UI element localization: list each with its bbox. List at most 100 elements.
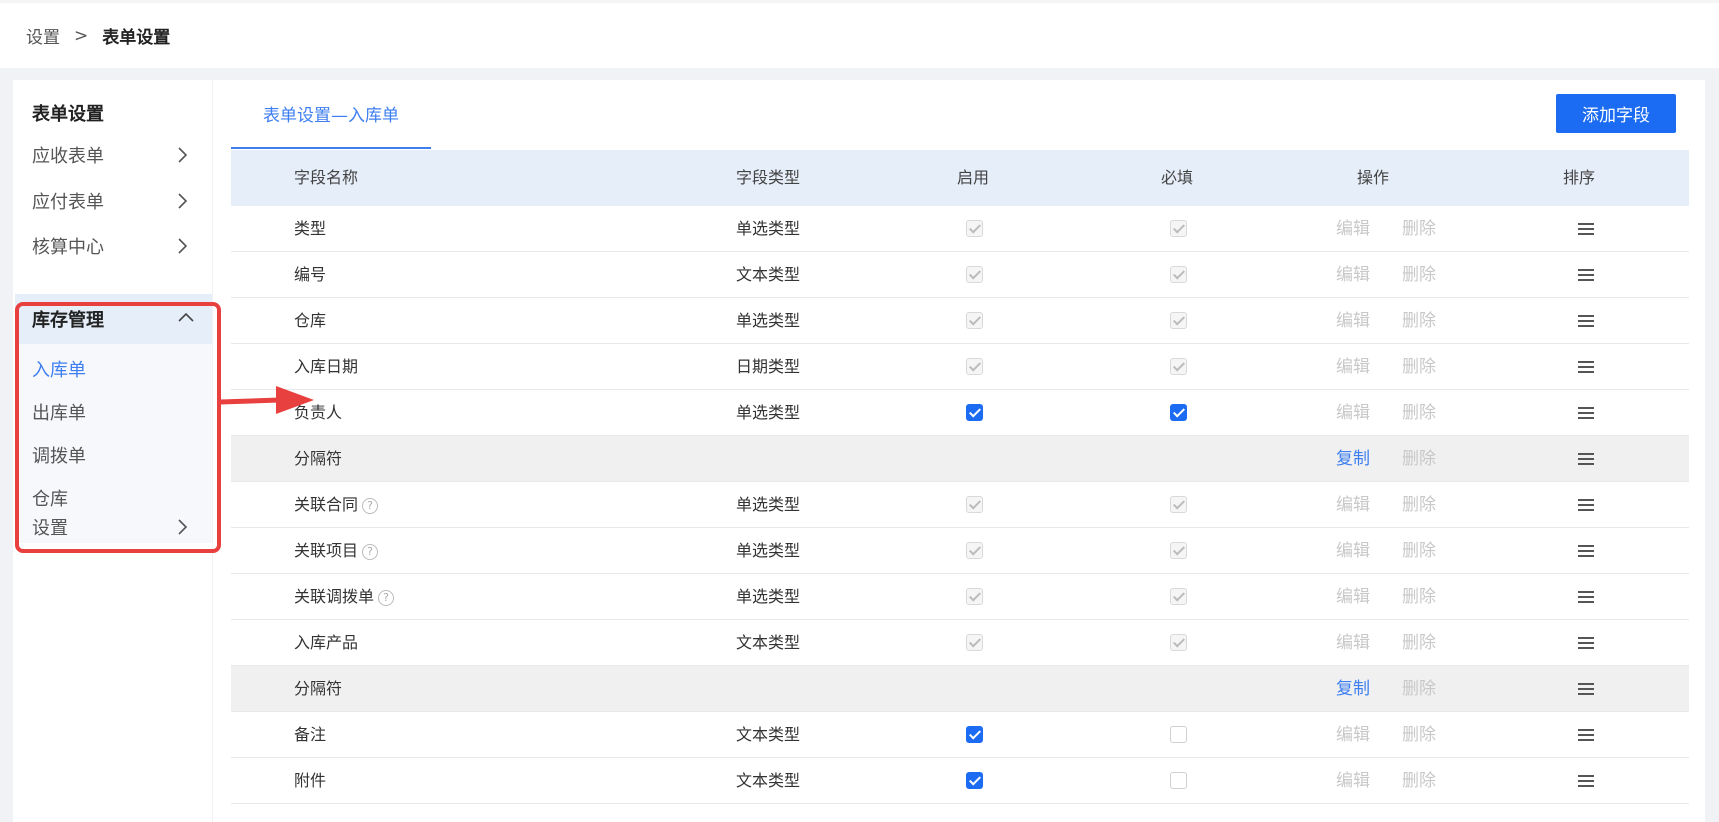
table-row: 仓库 单选类型 编辑 删除 [231,298,1689,344]
drag-handle-icon[interactable] [1578,453,1594,465]
table-row: 入库产品 文本类型 编辑 删除 [231,620,1689,666]
field-name: 仓库 [294,311,327,330]
delete-action: 删除 [1402,633,1436,653]
highlight-annotation-box [15,302,221,553]
header-field-type: 字段类型 [736,168,801,187]
field-type: 单选类型 [736,541,801,560]
drag-handle-icon[interactable] [1578,591,1594,603]
header-actions: 操作 [1357,168,1390,187]
main-panel: 表单设置—入库单 添加字段 字段名称 字段类型 启用 必填 操作 排序 类型 单… [213,80,1719,822]
delete-action: 删除 [1402,449,1436,469]
enable-checkbox[interactable] [966,726,983,743]
drag-handle-icon[interactable] [1578,499,1594,511]
table-row-divider: 分隔符 复制 删除 [231,666,1689,712]
sidebar-item-label: 应收表单 [32,146,104,167]
annotation-arrow-icon [218,386,314,414]
edit-action: 编辑 [1336,265,1370,285]
table-row: 编号 文本类型 编辑 删除 [231,252,1689,298]
field-type: 单选类型 [736,219,801,238]
breadcrumb: 设置 > 表单设置 [26,23,170,49]
drag-handle-icon[interactable] [1578,683,1594,695]
header-field-name: 字段名称 [294,168,359,187]
delete-action: 删除 [1402,311,1436,331]
required-checkbox [1170,496,1187,513]
help-icon[interactable]: ? [378,589,395,606]
delete-action: 删除 [1402,541,1436,561]
drag-handle-icon[interactable] [1578,775,1594,787]
enable-checkbox[interactable] [966,404,983,421]
help-icon[interactable]: ? [362,543,379,560]
required-checkbox [1170,266,1187,283]
required-checkbox[interactable] [1170,404,1187,421]
field-type: 文本类型 [736,265,801,284]
field-name-text: 关联调拨单 [294,587,375,606]
required-checkbox [1170,312,1187,329]
enable-checkbox [966,358,983,375]
breadcrumb-separator: > [74,25,89,46]
breadcrumb-root[interactable]: 设置 [26,23,60,48]
edit-action: 编辑 [1336,633,1370,653]
delete-action: 删除 [1402,357,1436,377]
edit-action: 编辑 [1336,403,1370,423]
help-icon[interactable]: ? [362,497,379,514]
enable-checkbox[interactable] [966,772,983,789]
sidebar-item-label: 核算中心 [32,237,104,258]
field-type: 单选类型 [736,311,801,330]
field-type: 单选类型 [736,495,801,514]
drag-handle-icon[interactable] [1578,729,1594,741]
delete-action: 删除 [1402,403,1436,423]
field-type: 文本类型 [736,725,801,744]
field-name: 分隔符 [294,679,343,698]
right-gutter [1705,80,1719,822]
edit-action: 编辑 [1336,771,1370,791]
add-field-button[interactable]: 添加字段 [1556,94,1676,133]
required-checkbox [1170,588,1187,605]
required-checkbox [1170,220,1187,237]
required-checkbox[interactable] [1170,726,1187,743]
edit-action: 编辑 [1336,587,1370,607]
field-name: 关联调拨单? [294,574,395,620]
edit-action: 编辑 [1336,495,1370,515]
field-name-text: 关联合同 [294,495,359,514]
header-enable: 启用 [957,168,990,187]
field-type: 单选类型 [736,403,801,422]
sidebar-item-payable[interactable]: 应付表单 [13,176,212,226]
field-name-text: 关联项目 [294,541,359,560]
edit-action: 编辑 [1336,725,1370,745]
copy-action[interactable]: 复制 [1336,436,1370,482]
drag-handle-icon[interactable] [1578,269,1594,281]
field-name: 附件 [294,771,327,790]
required-checkbox [1170,542,1187,559]
drag-handle-icon[interactable] [1578,223,1594,235]
field-name: 入库产品 [294,633,359,652]
table-row: 负责人 单选类型 编辑 删除 [231,390,1689,436]
delete-action: 删除 [1402,265,1436,285]
table-header: 字段名称 字段类型 启用 必填 操作 排序 [231,150,1689,206]
drag-handle-icon[interactable] [1578,361,1594,373]
drag-handle-icon[interactable] [1578,637,1594,649]
fields-table: 字段名称 字段类型 启用 必填 操作 排序 类型 单选类型 编辑 删除 编号 文… [231,150,1689,804]
tab-inbound-form-settings[interactable]: 表单设置—入库单 [231,80,431,149]
required-checkbox [1170,358,1187,375]
table-row: 关联项目? 单选类型 编辑 删除 [231,528,1689,574]
field-type: 文本类型 [736,633,801,652]
sidebar-item-accounting[interactable]: 核算中心 [13,221,212,271]
enable-checkbox [966,634,983,651]
table-row: 备注 文本类型 编辑 删除 [231,712,1689,758]
copy-action[interactable]: 复制 [1336,666,1370,712]
drag-handle-icon[interactable] [1578,545,1594,557]
required-checkbox [1170,634,1187,651]
drag-handle-icon[interactable] [1578,315,1594,327]
drag-handle-icon[interactable] [1578,407,1594,419]
table-row: 附件 文本类型 编辑 删除 [231,758,1689,804]
field-name: 分隔符 [294,449,343,468]
enable-checkbox [966,496,983,513]
delete-action: 删除 [1402,725,1436,745]
field-type: 单选类型 [736,587,801,606]
required-checkbox[interactable] [1170,772,1187,789]
field-name: 关联合同? [294,482,379,528]
field-type: 文本类型 [736,771,801,790]
table-row: 入库日期 日期类型 编辑 删除 [231,344,1689,390]
sidebar-item-receivable[interactable]: 应收表单 [13,130,212,180]
header-required: 必填 [1161,168,1194,187]
